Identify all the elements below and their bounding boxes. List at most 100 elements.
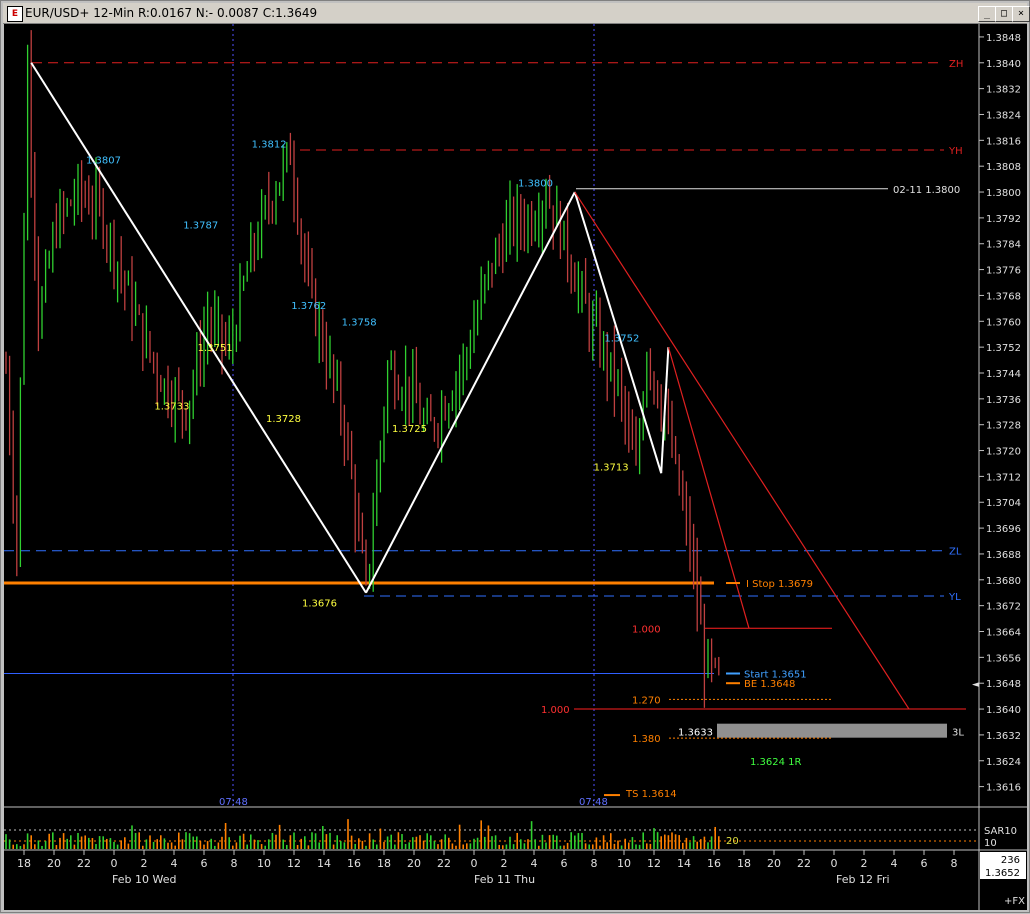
x-tick-label: 6 (201, 857, 208, 870)
swing-price-label: 1.3800 (518, 178, 553, 189)
swing-price-label: 1.3787 (183, 220, 218, 231)
x-tick-label: 0 (471, 857, 478, 870)
swing-price-label: 1.3725 (392, 424, 427, 435)
y-tick-label: 1.3776 (986, 266, 1021, 277)
x-tick-label: 4 (171, 857, 178, 870)
level-label: YL (948, 592, 961, 603)
y-tick-label: 1.3640 (986, 705, 1021, 716)
x-tick-label: 22 (437, 857, 451, 870)
y-tick-label: 1.3632 (986, 731, 1021, 742)
y-tick-label: 1.3760 (986, 317, 1021, 328)
swing-price-label: 1.3713 (594, 463, 629, 474)
y-tick-label: 1.3736 (986, 395, 1021, 406)
swing-price-label: 1.3807 (86, 156, 121, 167)
x-tick-label: 8 (591, 857, 598, 870)
y-tick-label: 1.3808 (986, 162, 1021, 173)
trade-label: I Stop 1.3679 (746, 579, 813, 590)
y-tick-label: 1.3624 (986, 757, 1021, 768)
volume-level-label: 20 (726, 836, 739, 847)
minimize-button[interactable]: _ (978, 6, 996, 22)
x-tick-label: 10 (617, 857, 631, 870)
zigzag-line (365, 191, 576, 594)
swing-price-label: 1.3733 (154, 401, 189, 412)
swing-price-label: 1.3752 (604, 333, 639, 344)
x-day-label: Feb 11 Thu (474, 873, 535, 886)
swing-price-label: 1.3728 (266, 414, 301, 425)
x-tick-label: 2 (501, 857, 508, 870)
y-tick-label: 1.3672 (986, 602, 1021, 613)
x-tick-label: 20 (407, 857, 421, 870)
x-tick-label: 18 (377, 857, 391, 870)
price-pointer-icon: ◄ (972, 680, 979, 690)
chart-area[interactable]: 1.3848 1.3840 1.3832 1.3824 1.3816 1.3808 1.38… (4, 24, 1027, 910)
x-tick-label: 0 (111, 857, 118, 870)
trend-line (574, 191, 910, 710)
y-tick-label: 1.3696 (986, 524, 1021, 535)
x-tick-label: 12 (287, 857, 301, 870)
volume-series-label: SAR10 (984, 826, 1017, 837)
y-tick-label: 1.3752 (986, 343, 1021, 354)
y-tick-label: 1.3720 (986, 447, 1021, 458)
x-tick-label: 20 (47, 857, 61, 870)
x-day-label: Feb 12 Fri (836, 873, 890, 886)
y-tick-label: 1.3824 (986, 110, 1021, 121)
swing-price-label: 1.3762 (291, 301, 326, 312)
y-tick-label: 1.3744 (986, 369, 1021, 380)
swing-price-label: 1.3751 (198, 343, 233, 354)
level-label: YH (948, 146, 963, 157)
y-tick-label: 1.3688 (986, 550, 1021, 561)
trade-label: 1.3633 (678, 728, 713, 739)
trade-label: 1.000 (541, 705, 570, 716)
x-tick-label: 14 (317, 857, 331, 870)
y-tick-label: 1.3728 (986, 421, 1021, 432)
zigzag-line (660, 347, 670, 474)
x-tick-label: 2 (141, 857, 148, 870)
y-tick-label: 1.3816 (986, 136, 1021, 147)
close-button[interactable]: × (1012, 6, 1030, 22)
price-chart[interactable]: 1.38481.38401.38321.38241.38161.38081.38… (4, 24, 1027, 910)
x-tick-label: 18 (737, 857, 751, 870)
chart-app-icon[interactable]: E (7, 6, 23, 22)
y-tick-label: 1.3656 (986, 653, 1021, 664)
x-tick-label: 22 (77, 857, 91, 870)
x-tick-label: 4 (531, 857, 538, 870)
title-bar[interactable]: E EUR/USD+ 12-Min R:0.0167 N:- 0.0087 C:… (3, 3, 1030, 24)
trade-label: 1.380 (632, 734, 661, 745)
x-tick-label: 22 (797, 857, 811, 870)
x-day-label: Feb 10 Wed (112, 873, 176, 886)
x-tick-label: 16 (347, 857, 361, 870)
level-label: ZL (949, 547, 962, 558)
y-tick-label: 1.3768 (986, 291, 1021, 302)
y-tick-label: 1.3704 (986, 498, 1021, 509)
x-tick-label: 8 (951, 857, 958, 870)
x-tick-label: 2 (861, 857, 868, 870)
window-title: EUR/USD+ 12-Min R:0.0167 N:- 0.0087 C:1.… (25, 6, 318, 20)
trade-label: 1.3624 1R (750, 757, 802, 768)
x-tick-label: 14 (677, 857, 691, 870)
level-label: ZH (949, 59, 963, 70)
swing-price-label: 1.3758 (342, 317, 377, 328)
y-tick-label: 1.3848 (986, 33, 1021, 44)
fx-label: +FX (1004, 896, 1025, 907)
y-tick-label: 1.3800 (986, 188, 1021, 199)
x-tick-label: 0 (831, 857, 838, 870)
x-tick-label: 10 (257, 857, 271, 870)
time-marker-label: 07:48 (219, 797, 248, 808)
y-tick-label: 1.3616 (986, 783, 1021, 794)
y-tick-label: 1.3832 (986, 85, 1021, 96)
volume-level-label: 10 (984, 838, 997, 849)
chart-window: E EUR/USD+ 12-Min R:0.0167 N:- 0.0087 C:… (0, 0, 1030, 913)
y-tick-label: 1.3792 (986, 214, 1021, 225)
x-tick-label: 18 (17, 857, 31, 870)
x-tick-label: 16 (707, 857, 721, 870)
maximize-button[interactable]: □ (995, 6, 1013, 22)
level-band (717, 723, 947, 738)
swing-price-label: 1.3812 (252, 140, 287, 151)
level-label: 02-11 1.3800 (893, 185, 960, 196)
y-tick-label: 1.3664 (986, 628, 1021, 639)
price-readout: 1.3652 (985, 868, 1020, 879)
y-tick-label: 1.3712 (986, 472, 1021, 483)
trade-label: 1.000 (632, 624, 661, 635)
swing-price-label: 1.3676 (302, 598, 337, 609)
x-tick-label: 8 (231, 857, 238, 870)
